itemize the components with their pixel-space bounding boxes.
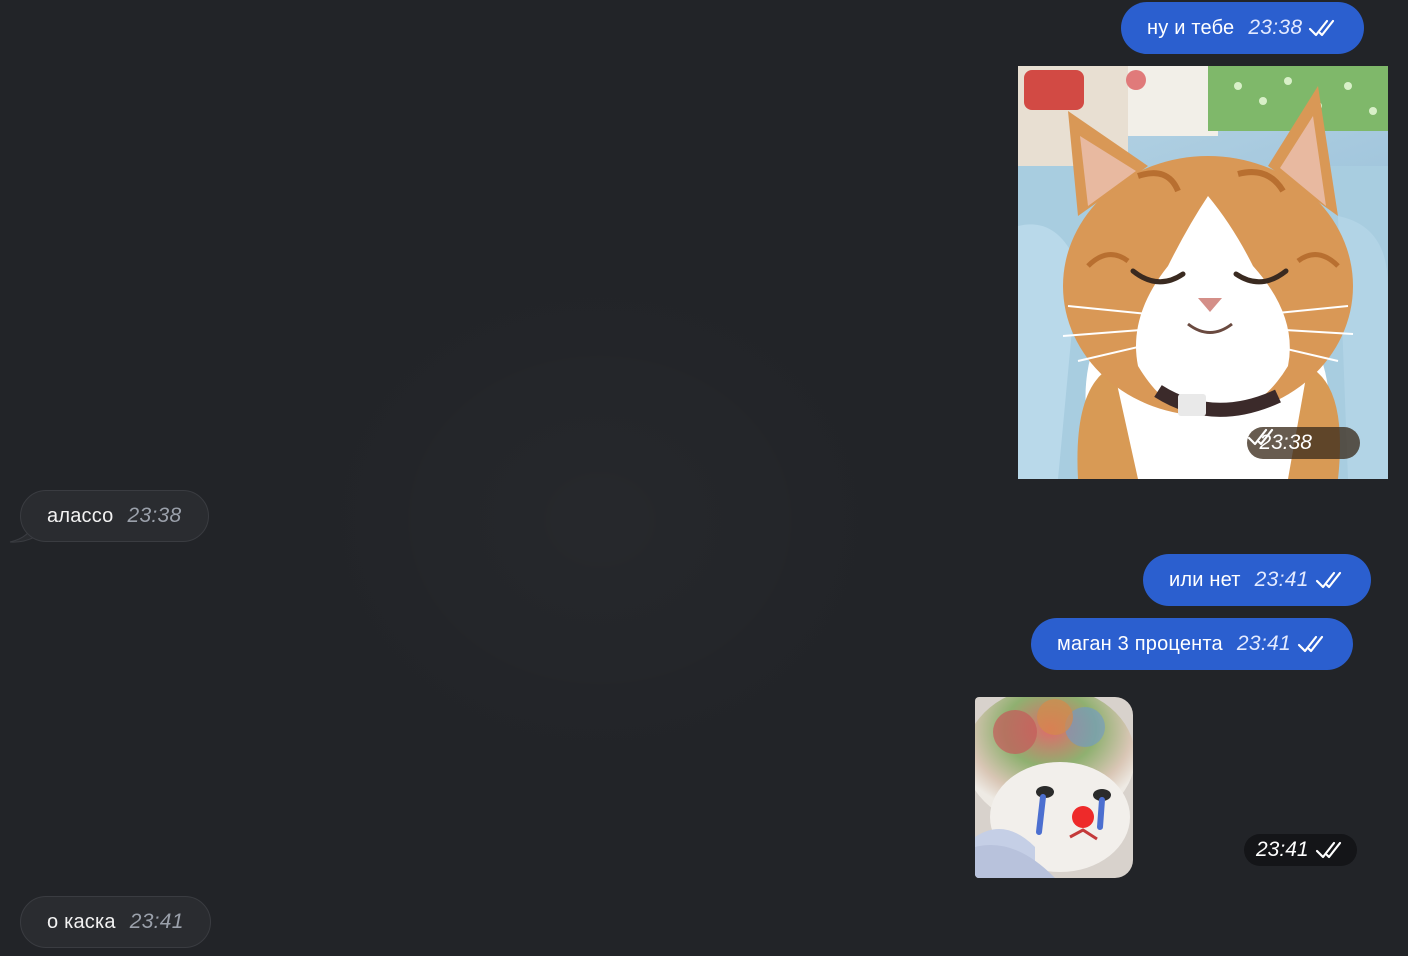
message-text: или нет <box>1169 568 1241 591</box>
double-check-icon <box>1308 18 1338 38</box>
sticker-message[interactable] <box>975 697 1133 878</box>
message-outgoing[interactable]: ну и тебе 23:38 <box>1121 2 1365 54</box>
photo-message[interactable]: 23:38 <box>1018 66 1388 479</box>
message-text: ну и тебе <box>1147 16 1235 39</box>
message-outgoing[interactable]: или нет 23:41 <box>1143 554 1371 606</box>
message-time: 23:41 <box>1256 838 1309 861</box>
chat-area[interactable]: ну и тебе 23:38 23:38 алассо 23:38 или н… <box>0 0 1408 956</box>
message-text: маган 3 процента <box>1057 632 1223 655</box>
message-incoming[interactable]: алассо 23:38 <box>20 490 209 542</box>
message-outgoing[interactable]: маган 3 процента 23:41 <box>1031 618 1353 670</box>
cat-photo-image <box>1018 66 1388 479</box>
message-incoming[interactable]: о каска 23:41 <box>20 896 211 948</box>
message-time: 23:38 <box>127 504 182 527</box>
sticker-timestamp: 23:41 <box>1244 834 1357 866</box>
double-check-icon <box>1315 570 1345 590</box>
message-time: 23:41 <box>1236 632 1291 655</box>
photo-timestamp: 23:38 <box>1247 427 1360 459</box>
message-text: алассо <box>47 504 114 527</box>
double-check-icon <box>1297 634 1327 654</box>
double-check-icon <box>1248 428 1348 453</box>
double-check-icon <box>1315 840 1345 860</box>
message-text: о каска <box>47 910 116 933</box>
message-time: 23:41 <box>1254 568 1309 591</box>
message-time: 23:41 <box>129 910 184 933</box>
message-time: 23:38 <box>1248 16 1303 39</box>
clown-cat-sticker-image <box>975 697 1133 878</box>
